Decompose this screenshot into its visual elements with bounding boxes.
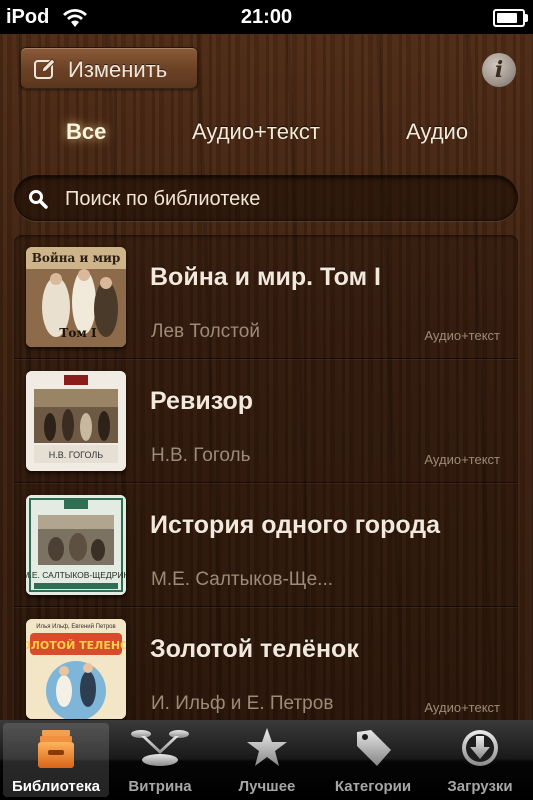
cover-subtitle: Том I — [59, 326, 97, 340]
book-format: Аудио+текст — [424, 700, 500, 715]
book-cover-art: Война и мир Том I — [26, 247, 126, 347]
book-author: Лев Толстой — [151, 321, 260, 342]
book-cover: Илья Ильф, Евгений Петров ЗОЛОТОЙ ТЕЛЕНО… — [26, 619, 126, 719]
book-row[interactable]: Илья Ильф, Евгений Петров ЗОЛОТОЙ ТЕЛЕНО… — [14, 607, 518, 721]
book-title: Ревизор — [150, 387, 254, 415]
tab-best-label: Лучшее — [238, 778, 296, 795]
book-row[interactable]: М.Е. САЛТЫКОВ-ЩЕДРИН История одного горо… — [14, 483, 518, 607]
clock: 21:00 — [240, 6, 293, 28]
book-cover: М.Е. САЛТЫКОВ-ЩЕДРИН — [26, 495, 126, 595]
tab-showcase-label: Витрина — [128, 778, 192, 795]
book-format: Аудио+текст — [424, 328, 500, 343]
battery-icon — [493, 9, 528, 27]
cover-title: Н.В. ГОГОЛЬ — [49, 450, 104, 460]
search-input[interactable] — [63, 182, 507, 216]
showcase-icon — [131, 730, 189, 766]
book-author: М.Е. Салтыков-Ще... — [151, 569, 334, 590]
tab-library[interactable]: Библиотека — [3, 723, 109, 797]
filter-segments: Все Аудио+текст Аудио — [0, 114, 533, 154]
book-cover-art: М.Е. САЛТЫКОВ-ЩЕДРИН — [26, 495, 126, 595]
tab-library-label: Библиотека — [12, 778, 100, 795]
tag-icon — [357, 730, 391, 766]
edit-button-label: Изменить — [68, 57, 168, 82]
tab-downloads[interactable]: Загрузки — [427, 720, 533, 800]
cover-title: ЗОЛОТОЙ ТЕЛЕНОК — [26, 639, 126, 652]
tab-categories[interactable]: Категории — [320, 720, 426, 800]
cover-subtitle: Илья Ильф, Евгений Петров — [36, 623, 115, 630]
tab-showcase[interactable]: Витрина — [107, 720, 213, 800]
cover-title: М.Е. САЛТЫКОВ-ЩЕДРИН — [26, 570, 126, 580]
library-icon — [38, 730, 74, 768]
tab-bar: Библиотека Витрина Лучшее Категории Загр… — [0, 720, 533, 800]
battery-level — [497, 13, 518, 23]
book-cover-art: Илья Ильф, Евгений Петров ЗОЛОТОЙ ТЕЛЕНО… — [26, 619, 126, 719]
book-cover: Н.В. ГОГОЛЬ — [26, 371, 126, 471]
book-title: Война и мир. Том I — [150, 263, 382, 291]
search-icon — [29, 190, 48, 209]
book-cover: Война и мир Том I — [26, 247, 126, 347]
edit-icon — [34, 58, 56, 79]
tab-categories-label: Категории — [334, 778, 412, 795]
cover-title: Война и мир — [32, 251, 121, 265]
book-list[interactable]: Война и мир Том I Война и мир. Том I Лев… — [14, 235, 518, 721]
edit-button[interactable]: Изменить — [20, 47, 198, 89]
book-title: История одного города — [150, 511, 441, 539]
status-bar: iPod 21:00 — [0, 0, 533, 34]
main-screen: Изменить i Все Аудио+текст Аудио Поиск п… — [0, 34, 533, 721]
star-icon — [247, 728, 287, 766]
download-icon — [462, 730, 498, 766]
search-bar[interactable] — [14, 175, 518, 221]
book-row[interactable]: Война и мир Том I Война и мир. Том I Лев… — [14, 235, 518, 359]
book-title: Золотой телёнок — [150, 635, 359, 663]
book-cover-art: Н.В. ГОГОЛЬ — [26, 371, 126, 471]
book-author: И. Ильф и Е. Петров — [151, 693, 334, 714]
filter-all[interactable]: Все — [66, 119, 106, 145]
info-button[interactable]: i — [482, 53, 516, 87]
filter-audio-text[interactable]: Аудио+текст — [192, 119, 320, 145]
top-bar: Изменить i — [0, 34, 533, 104]
tab-downloads-label: Загрузки — [447, 778, 513, 795]
tab-best[interactable]: Лучшее — [214, 720, 320, 800]
filter-audio[interactable]: Аудио — [406, 119, 468, 145]
book-format: Аудио+текст — [424, 452, 500, 467]
book-author: Н.В. Гоголь — [151, 445, 251, 466]
book-row[interactable]: Н.В. ГОГОЛЬ Ревизор Н.В. Гоголь Аудио+те… — [14, 359, 518, 483]
